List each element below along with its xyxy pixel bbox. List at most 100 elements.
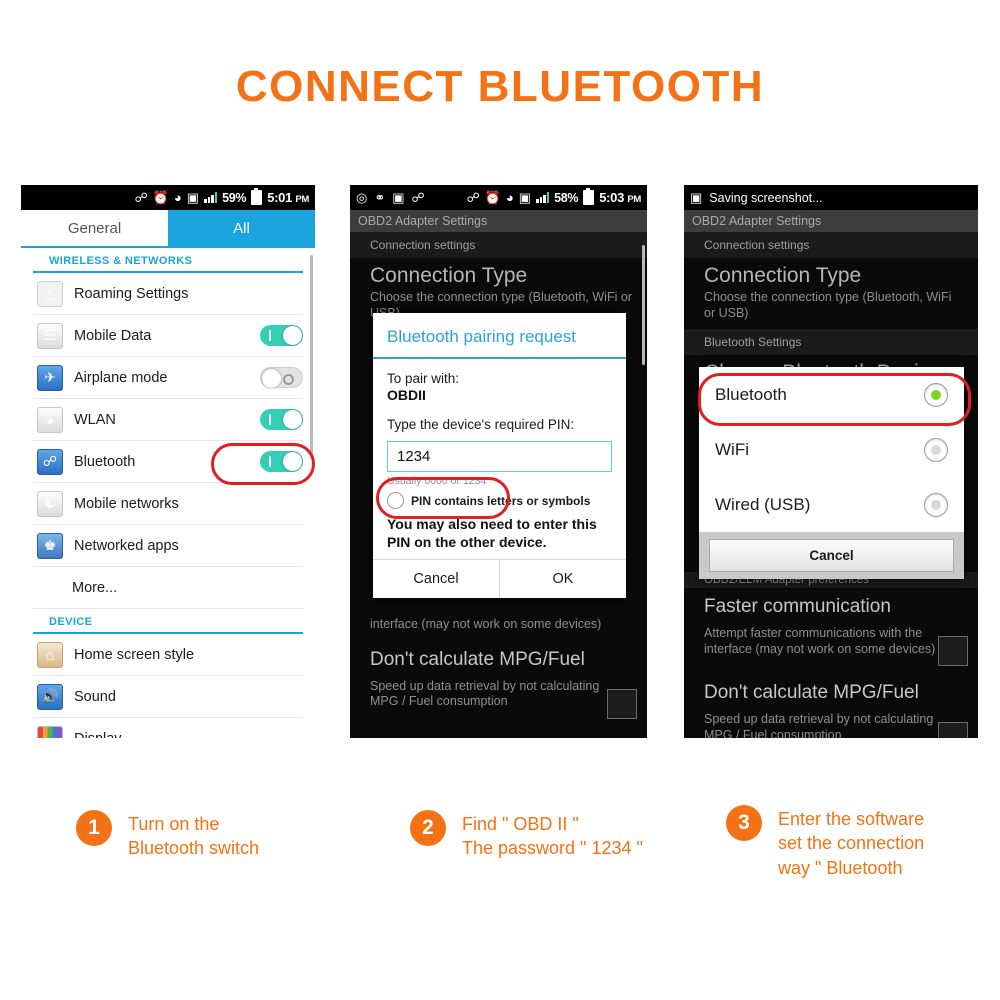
option-wifi[interactable]: WiFi [699, 422, 964, 477]
radio-wifi[interactable] [924, 437, 948, 462]
battery-icon [583, 187, 595, 205]
option-label: Bluetooth [715, 384, 787, 404]
section-label-bluetooth-settings: Bluetooth Settings [684, 329, 978, 356]
bg-item-heading: Don't calculate MPG/Fuel [704, 682, 919, 703]
dialog-note: You may also need to enter this PIN on t… [387, 516, 597, 550]
vibrate-icon: ▣ [186, 190, 200, 205]
bg-item-desc: Speed up data retrieval by not calculati… [370, 678, 600, 709]
step-line-1: Enter the software [778, 809, 925, 829]
step-number: 1 [76, 810, 112, 846]
mobile-data-toggle[interactable] [260, 325, 303, 346]
pin-input[interactable]: 1234 [387, 441, 612, 472]
signal-icon [536, 192, 550, 203]
tab-all[interactable]: All [168, 210, 315, 246]
bg-item-desc: Attempt faster communications with the i… [704, 626, 936, 656]
settings-row-networked-apps[interactable]: ♚ Networked apps [33, 525, 303, 567]
wlan-icon: ◕ [37, 406, 63, 433]
link-icon: ⚭ [374, 190, 386, 205]
radio-bluetooth[interactable] [924, 382, 948, 407]
status-bar-1: ☍ ⏰ ◕ ▣ 59% 5:01 PM [21, 185, 315, 210]
bluetooth-pairing-dialog: Bluetooth pairing request To pair with: … [373, 313, 626, 598]
saving-screenshot-text: Saving screenshot... [709, 190, 823, 205]
section-label-connection-settings: Connection settings [350, 232, 647, 258]
heading-connection-type: Connection Type [704, 264, 862, 287]
airplane-icon: ✈ [37, 364, 63, 391]
sound-icon: 🔊 [37, 683, 63, 710]
phone-screenshot-3: ▣ Saving screenshot... OBD2 Adapter Sett… [684, 185, 978, 738]
settings-tabs[interactable]: General All [21, 210, 315, 248]
screenshot-icon: ▣ [690, 190, 703, 205]
settings-row-mobile-networks[interactable]: ☯ Mobile networks [33, 483, 303, 525]
battery-percent: 59% [222, 190, 247, 205]
wlan-toggle[interactable] [260, 409, 303, 430]
scrollbar-1[interactable] [310, 255, 313, 455]
clock: 5:03 PM [599, 190, 641, 205]
app-title-3: OBD2 Adapter Settings [684, 210, 978, 232]
row-label: Mobile Data [74, 327, 152, 344]
heading-description: Choose the connection type (Bluetooth, W… [704, 290, 952, 320]
faster-communication-checkbox[interactable] [938, 636, 968, 666]
networked-apps-icon: ♚ [37, 532, 63, 559]
page-title: CONNECT BLUETOOTH [235, 62, 765, 111]
alarm-icon: ⏰ [152, 190, 169, 205]
step-text: Enter the software set the connection wa… [778, 805, 924, 880]
row-label: Mobile networks [74, 495, 179, 512]
settings-row-roaming[interactable]: △ Roaming Settings [33, 273, 303, 315]
wifi-icon: ◕ [505, 190, 514, 205]
app-title-2: OBD2 Adapter Settings [350, 210, 647, 232]
phone-screenshot-2: ◎ ⚭ ▣ ☍ ☍ ⏰ ◕ ▣ 58% 5:03 PM OBD2 Adapter… [350, 185, 647, 738]
mpg-checkbox[interactable] [607, 688, 637, 719]
row-label: Sound [74, 688, 116, 705]
option-wired-usb[interactable]: Wired (USB) [699, 477, 964, 532]
step-text: Find " OBD II " The password " 1234 " [462, 810, 643, 861]
row-label: Roaming Settings [74, 285, 189, 302]
scrollbar-2[interactable] [642, 245, 645, 365]
battery-icon [251, 187, 263, 205]
tab-general[interactable]: General [21, 210, 168, 246]
caption-step-3: 3 Enter the software set the connection … [726, 805, 924, 880]
bluetooth-icon: ☍ [134, 190, 148, 205]
wifi-icon: ◕ [173, 190, 182, 205]
step-line-2: Bluetooth switch [128, 838, 260, 859]
step-number: 3 [726, 805, 762, 841]
option-bluetooth[interactable]: Bluetooth [699, 367, 964, 422]
settings-row-home-screen-style[interactable]: ⌂ Home screen style [33, 634, 303, 676]
settings-row-display[interactable]: Display [33, 718, 303, 738]
device-name: OBDII [387, 387, 426, 403]
phone-screenshot-1: ☍ ⏰ ◕ ▣ 59% 5:01 PM General All WIRELESS… [21, 185, 315, 738]
settings-row-wlan[interactable]: ◕ WLAN [33, 399, 303, 441]
step-number: 2 [410, 810, 446, 846]
cancel-button[interactable]: Cancel [709, 539, 954, 572]
alarm-icon: ⏰ [484, 190, 501, 205]
settings-row-bluetooth[interactable]: ☍ Bluetooth [33, 441, 303, 483]
clock-time: 5:01 [267, 190, 293, 205]
option-label: WiFi [715, 439, 749, 459]
option-label: Wired (USB) [715, 494, 811, 514]
section-header-wireless: WIRELESS & NETWORKS [33, 248, 303, 273]
settings-row-sound[interactable]: 🔊 Sound [33, 676, 303, 718]
step-text: Turn on the Bluetooth switch [128, 810, 259, 861]
settings-row-mobile-data[interactable]: ☰ Mobile Data [33, 315, 303, 357]
bluetooth-icon: ☍ [466, 190, 480, 205]
bluetooth-icon: ☍ [37, 448, 63, 475]
screenshot-icon: ▣ [392, 190, 405, 205]
pin-letters-label: PIN contains letters or symbols [411, 493, 591, 508]
vibrate-icon: ▣ [518, 190, 532, 205]
pin-letters-checkbox[interactable] [387, 492, 404, 509]
bluetooth-toggle[interactable] [260, 451, 303, 472]
settings-row-more[interactable]: More... [33, 567, 303, 609]
row-label: Bluetooth [74, 453, 136, 470]
cancel-button[interactable]: Cancel [373, 560, 499, 598]
airplane-toggle[interactable] [260, 367, 303, 388]
row-label: Networked apps [74, 537, 179, 554]
row-label: WLAN [74, 411, 116, 428]
status-bar-3: ▣ Saving screenshot... [684, 185, 978, 210]
clock-ampm: PM [627, 194, 641, 205]
mpg-checkbox[interactable] [938, 722, 968, 738]
pin-letters-checkbox-row[interactable]: PIN contains letters or symbols [387, 492, 612, 509]
radio-wired-usb[interactable] [924, 492, 948, 517]
bg-item-heading: Don't calculate MPG/Fuel [370, 648, 585, 670]
settings-row-airplane[interactable]: ✈ Airplane mode [33, 357, 303, 399]
pin-label: Type the device's required PIN: [387, 417, 575, 432]
ok-button[interactable]: OK [499, 560, 626, 598]
